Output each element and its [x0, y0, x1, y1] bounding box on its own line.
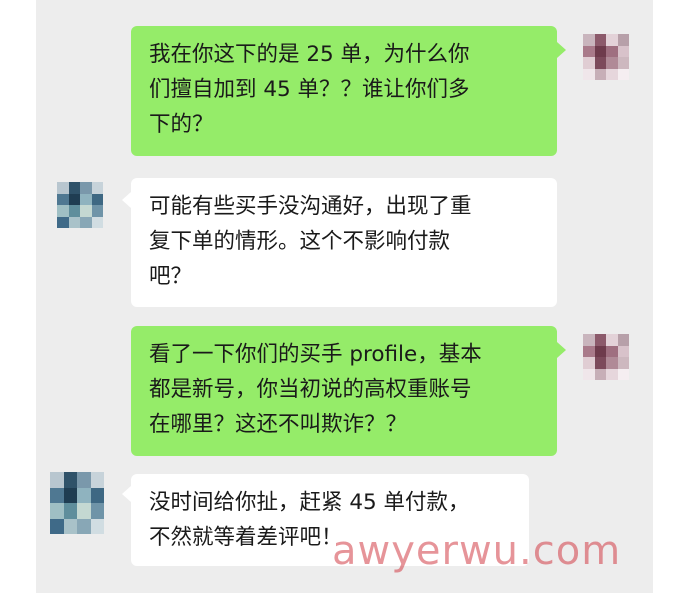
avatar-pixel — [50, 487, 64, 503]
avatar-pixel — [90, 487, 104, 503]
avatar-pixel — [606, 57, 618, 69]
avatar-pixel — [583, 345, 595, 357]
avatar-pixel — [594, 68, 606, 80]
bubble-tail — [122, 192, 131, 208]
avatar-pixel — [57, 193, 69, 205]
avatar-pixel — [606, 68, 618, 80]
avatar-pixel — [77, 503, 91, 519]
avatar-pixel — [583, 68, 595, 80]
avatar-pixel — [91, 205, 103, 217]
avatar-pixel — [50, 518, 64, 534]
avatar-pixel — [606, 368, 618, 380]
message-bubble-sent[interactable]: 我在你这下的是 25 单，为什么你 们擅自加到 45 单？？谁让你们多 下的？ — [131, 26, 557, 156]
avatar-pixel — [583, 45, 595, 57]
avatar-pixel — [91, 216, 103, 228]
avatar-pixel — [50, 472, 64, 488]
avatar-pixel — [80, 193, 92, 205]
avatar-pixel — [606, 345, 618, 357]
avatar-pixel — [606, 34, 618, 46]
avatar-pixel — [68, 216, 80, 228]
avatar-pixel — [63, 503, 77, 519]
avatar-pixel — [91, 193, 103, 205]
avatar-pixel — [68, 205, 80, 217]
bubble-tail — [557, 342, 566, 358]
contact-avatar[interactable] — [57, 182, 103, 228]
avatar-pixel — [50, 503, 64, 519]
avatar-pixel — [80, 205, 92, 217]
avatar-pixel — [63, 487, 77, 503]
avatar-pixel — [90, 503, 104, 519]
avatar-pixel — [594, 368, 606, 380]
avatar-pixel — [57, 216, 69, 228]
avatar-pixel — [90, 518, 104, 534]
avatar-pixel — [63, 472, 77, 488]
avatar-pixel — [617, 357, 629, 369]
avatar-pixel — [57, 182, 69, 194]
self-avatar[interactable] — [583, 334, 629, 380]
avatar-pixel — [617, 334, 629, 346]
avatar-pixel — [77, 487, 91, 503]
avatar-pixel — [594, 345, 606, 357]
avatar-pixel — [594, 34, 606, 46]
avatar-pixel — [594, 357, 606, 369]
message-bubble-sent[interactable]: 看了一下你们的买手 profile，基本 都是新号，你当初说的高权重账号 在哪里… — [131, 326, 557, 456]
avatar-pixel — [606, 357, 618, 369]
avatar-pixel — [617, 34, 629, 46]
contact-avatar[interactable] — [50, 472, 104, 534]
avatar-pixel — [583, 334, 595, 346]
avatar-pixel — [68, 182, 80, 194]
avatar-pixel — [80, 216, 92, 228]
bubble-tail — [122, 486, 131, 502]
avatar-pixel — [606, 334, 618, 346]
avatar-pixel — [91, 182, 103, 194]
avatar-pixel — [617, 368, 629, 380]
avatar-pixel — [583, 357, 595, 369]
self-avatar[interactable] — [583, 34, 629, 80]
avatar-pixel — [583, 368, 595, 380]
avatar-pixel — [617, 345, 629, 357]
avatar-pixel — [80, 182, 92, 194]
avatar-pixel — [77, 518, 91, 534]
avatar-pixel — [594, 334, 606, 346]
watermark: awyerwu.com — [332, 528, 622, 574]
avatar-pixel — [63, 518, 77, 534]
bubble-tail — [557, 42, 566, 58]
avatar-pixel — [583, 57, 595, 69]
avatar-pixel — [617, 57, 629, 69]
avatar-pixel — [594, 45, 606, 57]
avatar-pixel — [606, 45, 618, 57]
avatar-pixel — [77, 472, 91, 488]
avatar-pixel — [68, 193, 80, 205]
avatar-pixel — [90, 472, 104, 488]
message-bubble-received[interactable]: 可能有些买手没沟通好，出现了重 复下单的情形。这个不影响付款 吧？ — [131, 178, 557, 307]
avatar-pixel — [583, 34, 595, 46]
avatar-pixel — [57, 205, 69, 217]
avatar-pixel — [594, 57, 606, 69]
avatar-pixel — [617, 45, 629, 57]
avatar-pixel — [617, 68, 629, 80]
